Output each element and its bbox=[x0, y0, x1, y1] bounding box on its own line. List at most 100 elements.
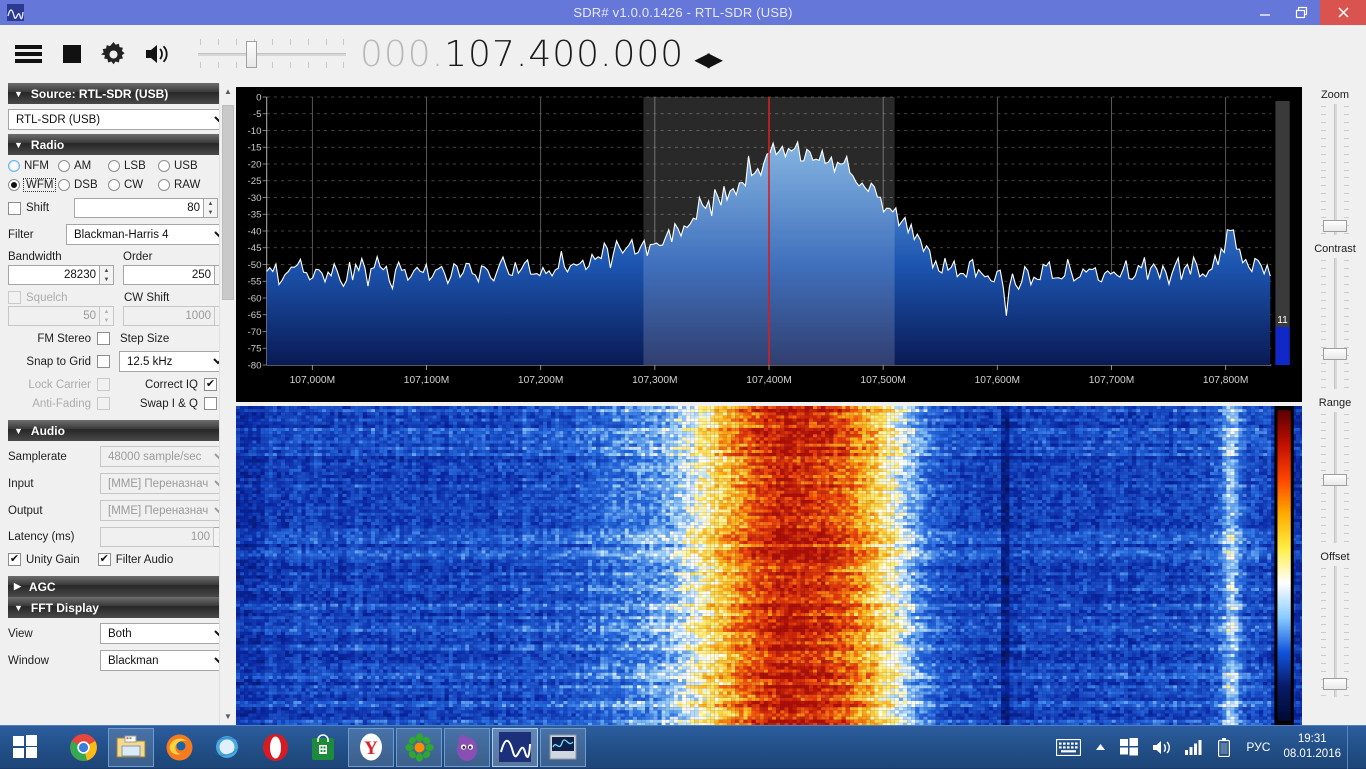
mode-radio-cw[interactable]: CW bbox=[108, 179, 158, 191]
scroll-down-icon[interactable]: ▼ bbox=[220, 708, 236, 725]
cw-shift-stepper[interactable]: ▲▼ bbox=[123, 306, 229, 326]
correct-iq-checkbox[interactable]: ✔ bbox=[204, 378, 217, 391]
windows-start-icon[interactable] bbox=[0, 726, 50, 769]
minimize-icon[interactable] bbox=[1246, 0, 1283, 25]
mode-radio-wfm[interactable]: WFM bbox=[8, 179, 58, 191]
cw-shift-input[interactable] bbox=[123, 306, 215, 326]
svg-text:0: 0 bbox=[256, 93, 261, 104]
squelch-input[interactable] bbox=[8, 306, 100, 326]
panel-header-fft-display[interactable]: ▼ FFT Display bbox=[8, 597, 236, 618]
speaker-icon[interactable] bbox=[1145, 739, 1178, 756]
unity-gain-checkbox[interactable]: ✔ bbox=[8, 553, 21, 566]
shift-stepper-arrows[interactable]: ▲▼ bbox=[204, 198, 218, 218]
language-indicator[interactable]: РУС bbox=[1237, 740, 1279, 754]
bandwidth-input[interactable] bbox=[8, 265, 100, 285]
panel-header-agc[interactable]: ▶ AGC bbox=[8, 576, 236, 597]
chrome-icon[interactable] bbox=[60, 728, 106, 767]
audio-output-select[interactable]: [MME] Переназначен bbox=[100, 500, 228, 521]
zoom-slider-thumb[interactable] bbox=[1323, 220, 1347, 232]
frequency-step-arrows-icon[interactable]: ◀▶ bbox=[694, 47, 721, 71]
hamburger-menu-icon[interactable] bbox=[14, 43, 43, 65]
snap-to-grid-checkbox[interactable] bbox=[97, 355, 110, 368]
zoom-slider[interactable] bbox=[1315, 104, 1355, 235]
range-slider[interactable] bbox=[1315, 412, 1355, 543]
radio-indicator bbox=[158, 160, 170, 172]
offset-slider-thumb[interactable] bbox=[1323, 678, 1347, 690]
show-desktop-button[interactable] bbox=[1347, 726, 1356, 769]
windows-flag-icon[interactable] bbox=[1113, 738, 1145, 756]
sidebar-scrollbar[interactable]: ▲ ▼ bbox=[219, 83, 236, 725]
frequency-display[interactable]: 000. 107.400.000 ◀▶ bbox=[360, 34, 721, 75]
mode-radio-am[interactable]: AM bbox=[58, 160, 108, 172]
contrast-slider-block: Contrast bbox=[1314, 243, 1356, 389]
mode-radio-usb[interactable]: USB bbox=[158, 160, 208, 172]
keyboard-icon[interactable] bbox=[1049, 739, 1088, 756]
panel-header-audio[interactable]: ▼ Audio bbox=[8, 420, 236, 441]
file-explorer-icon[interactable] bbox=[108, 728, 154, 767]
waterfall-display[interactable] bbox=[236, 406, 1302, 725]
mode-radio-raw[interactable]: RAW bbox=[158, 179, 208, 191]
windows-store-icon[interactable] bbox=[300, 728, 346, 767]
audio-input-select[interactable]: [MME] Переназначен bbox=[100, 473, 228, 494]
sdr-secondary-icon[interactable] bbox=[540, 728, 586, 767]
volume-slider[interactable] bbox=[198, 33, 346, 75]
filter-audio-checkbox[interactable]: ✔ bbox=[98, 553, 111, 566]
signal-bars-icon[interactable] bbox=[1178, 739, 1211, 755]
shift-checkbox[interactable] bbox=[8, 202, 21, 215]
lock-carrier-checkbox[interactable] bbox=[97, 378, 110, 391]
stop-icon[interactable] bbox=[61, 43, 83, 65]
mode-radio-nfm[interactable]: NFM bbox=[8, 160, 58, 172]
bandwidth-stepper[interactable]: ▲▼ bbox=[8, 265, 114, 285]
fft-window-select[interactable]: Blackman bbox=[100, 650, 228, 671]
speaker-icon[interactable] bbox=[144, 42, 172, 66]
volume-slider-thumb[interactable] bbox=[246, 41, 257, 68]
yandex-browser-icon[interactable]: Y bbox=[348, 728, 394, 767]
squelch-label: Squelch bbox=[26, 292, 124, 304]
squelch-stepper-arrows[interactable]: ▲▼ bbox=[100, 306, 114, 326]
scroll-up-icon[interactable]: ▲ bbox=[220, 83, 236, 100]
mail-agent-icon[interactable] bbox=[444, 728, 490, 767]
filter-select[interactable]: Blackman-Harris 4 bbox=[66, 224, 228, 245]
offset-slider[interactable] bbox=[1315, 566, 1355, 697]
samplerate-select[interactable]: 48000 sample/sec bbox=[100, 446, 228, 467]
internet-explorer-icon[interactable] bbox=[204, 728, 250, 767]
sdrsharp-icon[interactable] bbox=[492, 728, 538, 767]
range-slider-thumb[interactable] bbox=[1323, 474, 1347, 486]
cw-shift-label: CW Shift bbox=[124, 292, 169, 304]
panel-header-source[interactable]: ▼ Source: RTL-SDR (USB) bbox=[8, 83, 236, 104]
order-stepper[interactable]: ▲▼ bbox=[123, 265, 229, 285]
swap-iq-checkbox[interactable] bbox=[204, 397, 217, 410]
window-body: ▼ Source: RTL-SDR (USB) RTL-SDR (USB) ▼ … bbox=[0, 83, 1366, 725]
fm-stereo-checkbox[interactable] bbox=[97, 332, 110, 345]
contrast-slider[interactable] bbox=[1315, 258, 1355, 389]
squelch-stepper[interactable]: ▲▼ bbox=[8, 306, 114, 326]
latency-stepper[interactable]: ▲▼ bbox=[100, 527, 228, 547]
shift-input[interactable] bbox=[74, 198, 204, 218]
step-size-select[interactable]: 12.5 kHz bbox=[119, 351, 227, 372]
close-icon[interactable] bbox=[1320, 0, 1366, 25]
gear-icon[interactable] bbox=[101, 42, 126, 67]
mode-radio-lsb[interactable]: LSB bbox=[108, 160, 158, 172]
icq-icon[interactable] bbox=[396, 728, 442, 767]
order-input[interactable] bbox=[123, 265, 215, 285]
restore-icon[interactable] bbox=[1283, 0, 1320, 25]
shift-stepper[interactable]: ▲▼ bbox=[74, 198, 218, 218]
opera-icon[interactable] bbox=[252, 728, 298, 767]
squelch-checkbox[interactable] bbox=[8, 291, 21, 304]
battery-icon[interactable] bbox=[1211, 738, 1237, 757]
source-device-select[interactable]: RTL-SDR (USB) bbox=[8, 109, 228, 130]
show-hidden-icons-icon[interactable] bbox=[1088, 743, 1113, 752]
sidebar-scrollbar-thumb[interactable] bbox=[222, 105, 234, 300]
bandwidth-stepper-arrows[interactable]: ▲▼ bbox=[100, 265, 114, 285]
mode-radio-dsb[interactable]: DSB bbox=[58, 179, 108, 191]
spectrum-analyzer[interactable]: 0-5-10-15-20-25-30-35-40-45-50-55-60-65-… bbox=[236, 87, 1302, 402]
anti-fading-checkbox[interactable] bbox=[97, 397, 110, 410]
fft-view-select[interactable]: Both bbox=[100, 623, 228, 644]
panel-body-fft-display: View Both Window Blackman bbox=[8, 618, 236, 681]
firefox-icon[interactable] bbox=[156, 728, 202, 767]
latency-input[interactable] bbox=[100, 527, 214, 547]
caret-down-icon: ▼ bbox=[14, 140, 23, 150]
contrast-slider-thumb[interactable] bbox=[1323, 348, 1347, 360]
clock[interactable]: 19:31 08.01.2016 bbox=[1279, 732, 1347, 762]
panel-header-radio[interactable]: ▼ Radio bbox=[8, 134, 236, 155]
